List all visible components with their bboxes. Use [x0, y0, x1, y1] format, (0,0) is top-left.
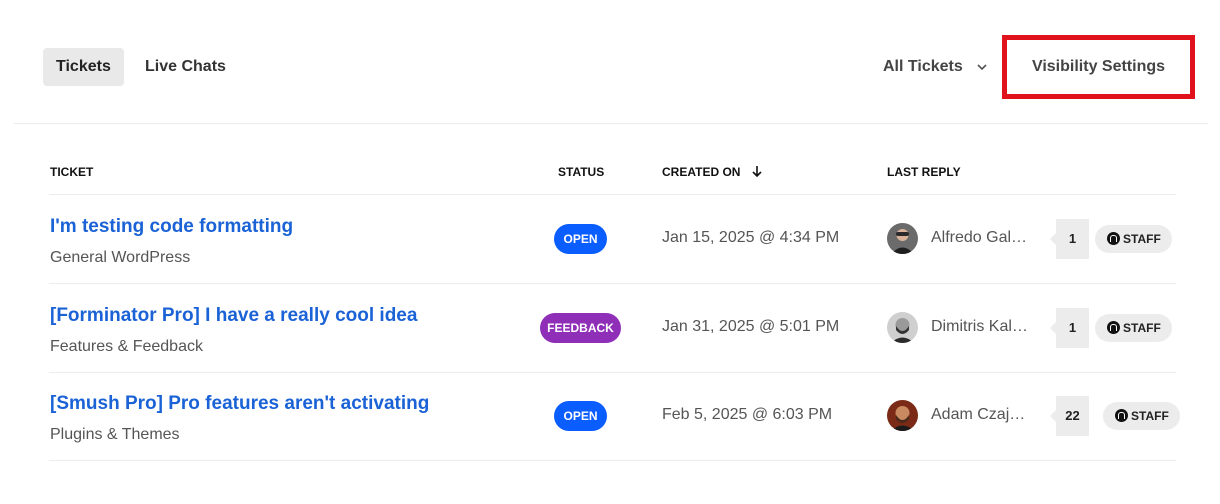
created-date: Jan 15, 2025 @ 4:34 PM	[662, 229, 840, 246]
status-badge: FEEDBACK	[540, 313, 621, 343]
table-row: I'm testing code formatting General Word…	[49, 195, 1176, 284]
staff-badge: STAFF	[1095, 225, 1172, 253]
created-date: Feb 5, 2025 @ 6:03 PM	[662, 406, 833, 423]
ticket-category: Features & Feedback	[50, 338, 203, 355]
last-reply-author: Alfredo Gal…	[931, 229, 1028, 246]
arrow-down-icon	[752, 166, 762, 181]
last-reply-author: Adam Czaj…	[931, 406, 1026, 423]
reply-count: 1	[1050, 308, 1089, 348]
column-header-created-on-label: CREATED ON	[662, 165, 741, 179]
top-bar: Tickets Live Chats All Tickets Visibilit…	[14, 0, 1208, 124]
staff-logo-icon	[1115, 409, 1128, 422]
ticket-title-link[interactable]: I'm testing code formatting	[50, 216, 293, 238]
column-header-ticket: TICKET	[50, 165, 94, 179]
ticket-filter-label: All Tickets	[883, 58, 963, 76]
reply-count: 22	[1050, 396, 1089, 436]
visibility-settings-button[interactable]: Visibility Settings	[1007, 40, 1190, 94]
avatar	[887, 400, 918, 431]
status-badge: OPEN	[554, 401, 607, 431]
table-header: TICKET STATUS CREATED ON LAST REPLY	[49, 150, 1176, 195]
tab-tickets[interactable]: Tickets	[43, 48, 124, 86]
ticket-filter-dropdown[interactable]: All Tickets	[883, 48, 987, 86]
visibility-settings-highlight: Visibility Settings	[1002, 35, 1195, 99]
column-header-created-on[interactable]: CREATED ON	[662, 165, 762, 181]
staff-logo-icon	[1107, 321, 1120, 334]
column-header-status: STATUS	[558, 165, 605, 179]
created-date: Jan 31, 2025 @ 5:01 PM	[662, 318, 840, 335]
ticket-category: Plugins & Themes	[50, 426, 180, 443]
staff-label: STAFF	[1123, 321, 1161, 335]
reply-count: 1	[1050, 219, 1089, 259]
ticket-category: General WordPress	[50, 249, 191, 266]
staff-label: STAFF	[1131, 409, 1169, 423]
staff-badge: STAFF	[1103, 402, 1180, 430]
table-row: [Forminator Pro] I have a really cool id…	[49, 284, 1176, 373]
column-header-last-reply: LAST REPLY	[887, 165, 961, 179]
avatar	[887, 223, 918, 254]
chevron-down-icon	[977, 48, 987, 86]
avatar	[887, 312, 918, 343]
tab-live-chats[interactable]: Live Chats	[132, 48, 239, 86]
table-row: [Smush Pro] Pro features aren't activati…	[49, 372, 1180, 461]
staff-badge: STAFF	[1095, 314, 1172, 342]
ticket-title-link[interactable]: [Forminator Pro] I have a really cool id…	[50, 305, 417, 327]
staff-label: STAFF	[1123, 232, 1161, 246]
last-reply-author: Dimitris Kal…	[931, 318, 1028, 335]
status-badge: OPEN	[554, 224, 607, 254]
ticket-title-link[interactable]: [Smush Pro] Pro features aren't activati…	[50, 393, 429, 415]
staff-logo-icon	[1107, 232, 1120, 245]
